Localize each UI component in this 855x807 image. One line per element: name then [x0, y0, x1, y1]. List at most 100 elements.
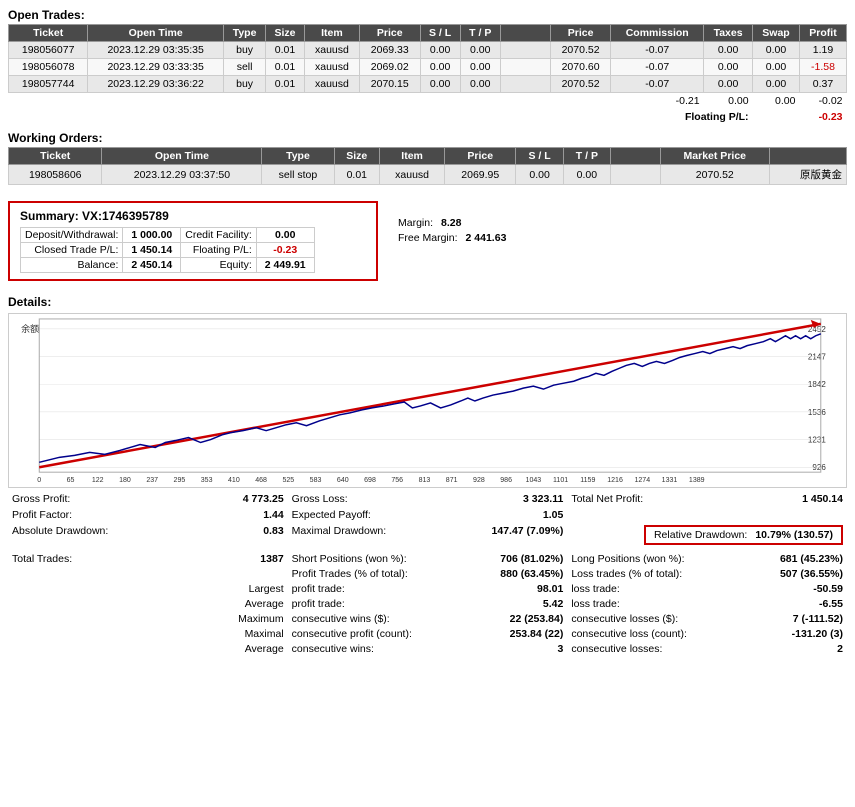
gross-loss-label: Gross Loss: — [292, 493, 348, 505]
svg-text:1389: 1389 — [689, 477, 705, 484]
svg-text:2147: 2147 — [808, 353, 826, 362]
maximal-consecutive-profit-value: 253.84 (22) — [510, 628, 564, 640]
long-positions-value: 681 (45.23%) — [780, 553, 843, 565]
wo-col-item: Item — [380, 148, 445, 165]
balance-label: Balance: — [21, 258, 123, 273]
svg-text:698: 698 — [364, 477, 376, 484]
largest-profit-trade-label: profit trade: — [292, 583, 345, 595]
wo-col-note — [769, 148, 846, 165]
average-label: Average — [245, 598, 284, 610]
total-net-profit-value: 1 450.14 — [802, 493, 843, 505]
profit-trades-value: 880 (63.45%) — [500, 568, 563, 580]
svg-text:410: 410 — [228, 477, 240, 484]
svg-text:1842: 1842 — [808, 380, 826, 389]
col-swap: Swap — [753, 25, 800, 42]
svg-text:1159: 1159 — [580, 477, 595, 484]
average-loss-trade-value: -6.55 — [819, 598, 843, 610]
profit-trades-label: Profit Trades (% of total): — [292, 568, 408, 580]
absolute-drawdown-label: Absolute Drawdown: — [12, 525, 108, 545]
svg-text:468: 468 — [255, 477, 267, 484]
wo-col-price: Price — [445, 148, 516, 165]
avg-consecutive-wins-value: 3 — [557, 643, 563, 655]
maximal-consecutive-profit-label: consecutive profit (count): — [292, 628, 412, 640]
expected-payoff-label: Expected Payoff: — [292, 509, 371, 521]
average-profit-trade-value: 5.42 — [543, 598, 563, 610]
wo-col-open-time: Open Time — [102, 148, 262, 165]
svg-text:1216: 1216 — [607, 477, 623, 484]
relative-drawdown-value: 10.79% (130.57) — [755, 529, 833, 541]
svg-text:余额: 余额 — [21, 323, 39, 334]
equity-value: 2 449.91 — [256, 258, 314, 273]
largest-loss-trade-label: loss trade: — [571, 583, 619, 595]
col-price2: Price — [550, 25, 611, 42]
margin-label: Margin: — [398, 217, 433, 229]
short-positions-value: 706 (81.02%) — [500, 553, 563, 565]
wo-col-market-price: Market Price — [661, 148, 769, 165]
col-tp: T / P — [460, 25, 500, 42]
max-consecutive-wins-value: 22 (253.84) — [510, 613, 564, 625]
max-consecutive-wins-label: consecutive wins ($): — [292, 613, 390, 625]
relative-drawdown-label: Relative Drawdown: — [654, 529, 747, 541]
table-row: 198058606 2023.12.29 03:37:50 sell stop … — [9, 165, 847, 185]
summary-id: VX:1746395789 — [82, 209, 169, 223]
balance-value: 2 450.14 — [123, 258, 181, 273]
table-row: 198056077 2023.12.29 03:35:35 buy 0.01 x… — [9, 42, 847, 59]
svg-text:986: 986 — [500, 477, 512, 484]
total-trades-value: 1387 — [260, 553, 283, 565]
absolute-drawdown-value: 0.83 — [263, 525, 283, 545]
maximal-consecutive-loss-label: consecutive loss (count): — [571, 628, 687, 640]
closed-pl-value: 1 450.14 — [123, 243, 181, 258]
short-positions-label: Short Positions (won %): — [292, 553, 407, 565]
max-consecutive-losses-value: 7 (-111.52) — [793, 613, 843, 625]
expected-payoff-value: 1.05 — [543, 509, 563, 521]
wo-col-tp: T / P — [563, 148, 610, 165]
loss-trades-label: Loss trades (% of total): — [571, 568, 682, 580]
margin-value: 8.28 — [441, 217, 461, 229]
credit-value: 0.00 — [256, 228, 314, 243]
working-orders-section: Working Orders: Ticket Open Time Type Si… — [8, 131, 847, 185]
col-item: Item — [304, 25, 359, 42]
largest-profit-trade-value: 98.01 — [537, 583, 563, 595]
col-type: Type — [224, 25, 266, 42]
deposit-label: Deposit/Withdrawal: — [21, 228, 123, 243]
svg-text:65: 65 — [67, 477, 75, 484]
wo-col-empty — [611, 148, 661, 165]
free-margin-value: 2 441.63 — [466, 232, 507, 244]
average-profit-trade-label: profit trade: — [292, 598, 345, 610]
svg-text:756: 756 — [391, 477, 403, 484]
avg-consecutive-wins-label: consecutive wins: — [292, 643, 374, 655]
closed-pl-label: Closed Trade P/L: — [21, 243, 123, 258]
average2-label: Average — [245, 643, 284, 655]
long-positions-label: Long Positions (won %): — [571, 553, 684, 565]
svg-text:640: 640 — [337, 477, 349, 484]
col-open-time: Open Time — [88, 25, 224, 42]
col-empty — [500, 25, 550, 42]
svg-text:928: 928 — [473, 477, 485, 484]
gross-loss-value: 3 323.11 — [523, 493, 563, 505]
working-orders-table: Ticket Open Time Type Size Item Price S … — [8, 147, 847, 185]
loss-trades-value: 507 (36.55%) — [780, 568, 843, 580]
floating-pl-label: Floating P/L: — [181, 243, 257, 258]
col-size: Size — [266, 25, 305, 42]
wo-col-type: Type — [262, 148, 334, 165]
maximal-consecutive-loss-value: -131.20 (3) — [792, 628, 843, 640]
svg-text:525: 525 — [282, 477, 294, 484]
equity-label: Equity: — [181, 258, 257, 273]
col-sl: S / L — [420, 25, 460, 42]
details-title: Details: — [8, 295, 847, 309]
total-net-profit-label: Total Net Profit: — [571, 493, 643, 505]
svg-text:353: 353 — [201, 477, 213, 484]
max-consecutive-losses-label: consecutive losses ($): — [571, 613, 678, 625]
gross-profit-label: Gross Profit: — [12, 493, 70, 505]
summary-box: Summary: VX:1746395789 Deposit/Withdrawa… — [8, 201, 378, 281]
svg-text:1274: 1274 — [634, 477, 650, 484]
table-row: 198057744 2023.12.29 03:36:22 buy 0.01 x… — [9, 76, 847, 93]
maximum-label: Maximum — [238, 613, 284, 625]
svg-text:237: 237 — [146, 477, 158, 484]
svg-text:122: 122 — [92, 477, 104, 484]
table-row: 198056078 2023.12.29 03:33:35 sell 0.01 … — [9, 59, 847, 76]
profit-factor-label: Profit Factor: — [12, 509, 72, 521]
details-section: Details: 余额 2452 2147 1842 1536 1231 926 — [8, 295, 847, 656]
svg-text:1536: 1536 — [808, 408, 826, 417]
avg-consecutive-losses-label: consecutive losses: — [571, 643, 662, 655]
